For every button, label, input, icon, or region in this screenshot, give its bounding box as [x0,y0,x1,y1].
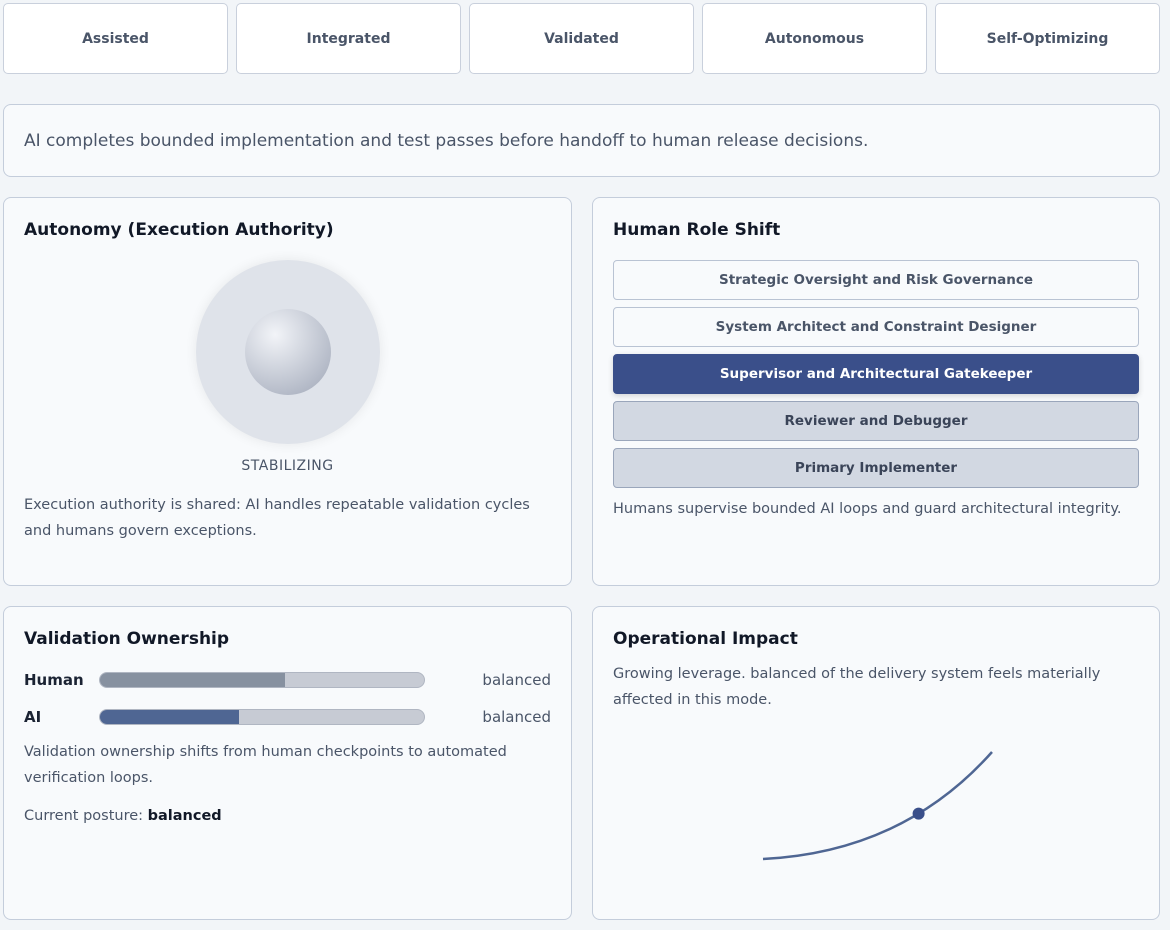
maturity-tabs: Assisted Integrated Validated Autonomous… [3,3,1160,74]
posture: Current posture: balanced [24,803,551,829]
posture-value: balanced [148,808,222,824]
role-item[interactable]: System Architect and Constraint Designer [613,307,1139,347]
ai-bar-row: AI balanced [24,698,551,735]
bar-value: balanced [425,708,551,726]
impact-marker [913,808,925,820]
human-role-card: Human Role Shift Strategic Oversight and… [592,197,1160,586]
posture-label: Current posture: [24,808,143,824]
role-list: Strategic Oversight and Risk Governance … [613,260,1139,488]
validation-text: Validation ownership shifts from human c… [24,739,551,791]
description-text: AI completes bounded implementation and … [24,131,868,151]
impact-curve [763,752,992,859]
bar-fill [100,673,285,687]
tab-autonomous[interactable]: Autonomous [702,3,927,74]
autonomy-text: Execution authority is shared: AI handle… [24,492,551,544]
impact-title: Operational Impact [613,629,1139,649]
validation-card: Validation Ownership Human balanced AI b… [3,606,572,920]
role-item[interactable]: Reviewer and Debugger [613,401,1139,441]
tab-validated[interactable]: Validated [469,3,694,74]
role-item-active[interactable]: Supervisor and Architectural Gatekeeper [613,354,1139,394]
human-bar [99,672,425,688]
role-item[interactable]: Primary Implementer [613,448,1139,488]
autonomy-title: Autonomy (Execution Authority) [24,220,551,240]
autonomy-card: Autonomy (Execution Authority) STABILIZI… [3,197,572,586]
human-role-text: Humans supervise bounded AI loops and gu… [613,496,1139,522]
autonomy-state: STABILIZING [24,458,551,474]
ai-bar [99,709,425,725]
stage-description: AI completes bounded implementation and … [3,104,1160,177]
tab-assisted[interactable]: Assisted [3,3,228,74]
orb-icon [245,309,331,395]
bar-label: Human [24,671,99,689]
tab-self-optimizing[interactable]: Self-Optimizing [935,3,1160,74]
human-role-title: Human Role Shift [613,220,1139,240]
impact-text: Growing leverage. balanced of the delive… [613,661,1139,713]
role-item[interactable]: Strategic Oversight and Risk Governance [613,260,1139,300]
human-bar-row: Human balanced [24,661,551,698]
autonomy-gauge [196,260,380,444]
bar-label: AI [24,708,99,726]
validation-title: Validation Ownership [24,629,551,649]
bar-fill [100,710,239,724]
impact-card: Operational Impact Growing leverage. bal… [592,606,1160,920]
tab-integrated[interactable]: Integrated [236,3,461,74]
impact-curve-chart [593,717,1161,917]
bar-value: balanced [425,671,551,689]
